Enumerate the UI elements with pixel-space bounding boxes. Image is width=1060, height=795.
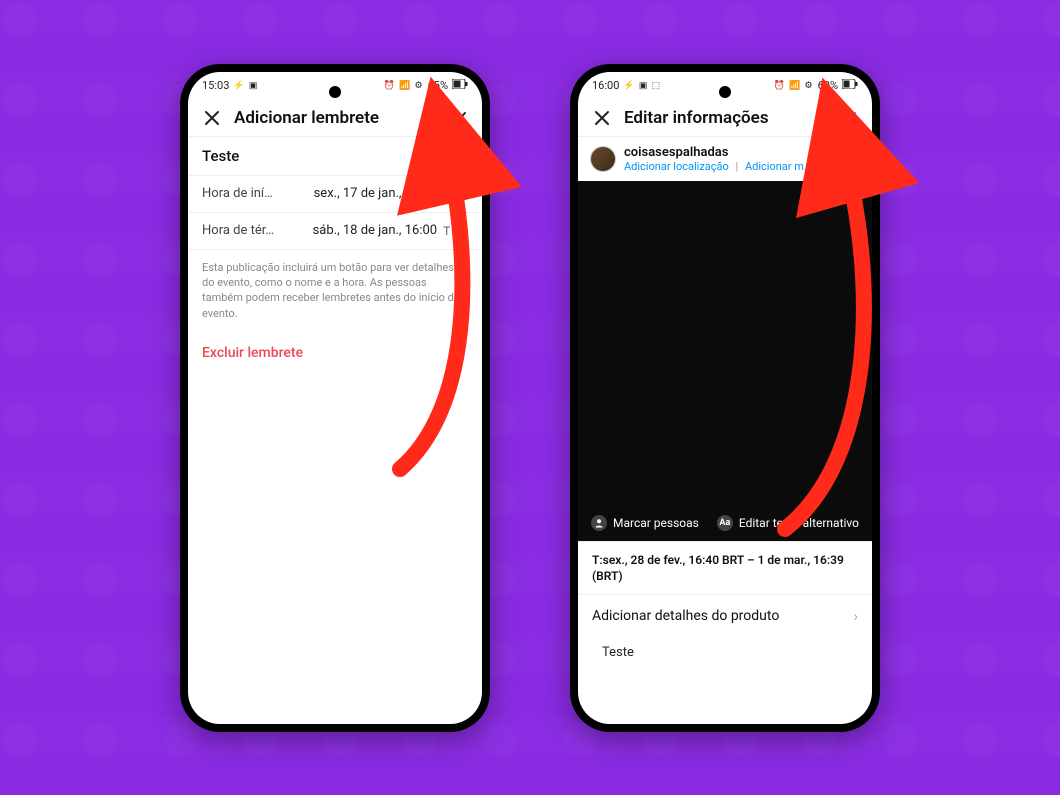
- tag-people-label: Marcar pessoas: [613, 516, 699, 530]
- close-button[interactable]: [200, 106, 224, 130]
- username: coisasespalhadas: [624, 145, 811, 160]
- start-time-label: Hora de iní…: [202, 186, 273, 201]
- add-more-link[interactable]: Adicionar m…: [745, 160, 811, 173]
- battery-icon: [452, 79, 468, 92]
- avatar: [590, 146, 616, 172]
- confirm-button[interactable]: [836, 106, 860, 130]
- phone-left-screen: 15:03 ⚡ ▣ ⏰ 📶 ⚙ 65% Adicionar lembrete: [188, 72, 482, 724]
- page-title: Editar informações: [624, 108, 826, 128]
- aa-icon: Aa: [717, 515, 733, 531]
- caption-value: Teste: [602, 645, 634, 660]
- alt-text-button[interactable]: Aa Editar texto alternativo: [717, 515, 859, 531]
- add-location-link[interactable]: Adicionar localização: [624, 160, 729, 173]
- separator: |: [736, 160, 739, 173]
- event-name-field[interactable]: Teste: [202, 147, 468, 165]
- phone-right-screen: 16:00 ⚡ ▣ ⬚ ⏰ 📶 ⚙ 60% Editar informações: [578, 72, 872, 724]
- datetime-card: T:sex., 28 de fev., 16:40 BRT – 1 de mar…: [578, 541, 872, 594]
- page-title: Adicionar lembrete: [234, 108, 436, 128]
- status-right-icons: ⏰ 📶 ⚙: [774, 81, 814, 91]
- person-icon: [591, 515, 607, 531]
- phone-left: 15:03 ⚡ ▣ ⏰ 📶 ⚙ 65% Adicionar lembrete: [180, 64, 490, 732]
- phone-camera-hole: [719, 86, 731, 98]
- product-details-row[interactable]: Adicionar detalhes do produto ›: [578, 594, 872, 637]
- battery-text: 60%: [818, 79, 838, 92]
- end-time-label: Hora de tér…: [202, 223, 274, 238]
- battery-text: 65%: [428, 79, 448, 92]
- end-time-row[interactable]: Hora de tér… sáb., 18 de jan., 16:00 T ✕: [188, 212, 482, 249]
- battery-icon: [842, 79, 858, 92]
- phone-camera-hole: [329, 86, 341, 98]
- status-left-icons: ⚡ ▣: [233, 81, 258, 91]
- end-time-value: sáb., 18 de jan., 16:00: [274, 223, 443, 238]
- content-left: Teste Hora de iní… sex., 17 de jan., 16:…: [188, 137, 482, 724]
- confirm-button[interactable]: [446, 106, 470, 130]
- chevron-right-icon: ›: [853, 607, 858, 625]
- phone-right: 16:00 ⚡ ▣ ⬚ ⏰ 📶 ⚙ 60% Editar informações: [570, 64, 880, 732]
- app-bar-left: Adicionar lembrete: [188, 100, 482, 137]
- start-time-value: sex., 17 de jan., 16:00: [273, 186, 443, 201]
- phones-container: 15:03 ⚡ ▣ ⏰ 📶 ⚙ 65% Adicionar lembrete: [0, 0, 1060, 795]
- tag-people-button[interactable]: Marcar pessoas: [591, 515, 699, 531]
- status-left-icons: ⚡ ▣ ⬚: [623, 81, 661, 91]
- post-image-preview[interactable]: Marcar pessoas Aa Editar texto alternati…: [578, 181, 872, 541]
- datetime-text: T:sex., 28 de fev., 16:40 BRT – 1 de mar…: [592, 552, 858, 584]
- start-time-row[interactable]: Hora de iní… sex., 17 de jan., 16:00 T ✕: [188, 175, 482, 212]
- start-time-zone: T: [443, 187, 450, 201]
- clear-start-icon[interactable]: ✕: [456, 186, 468, 202]
- status-right-icons: ⏰ 📶 ⚙: [384, 81, 424, 91]
- close-button[interactable]: [590, 106, 614, 130]
- profile-row: coisasespalhadas Adicionar localização |…: [578, 137, 872, 181]
- alt-text-label: Editar texto alternativo: [739, 516, 859, 530]
- clear-end-icon[interactable]: ✕: [456, 223, 468, 239]
- content-right: coisasespalhadas Adicionar localização |…: [578, 137, 872, 724]
- product-details-label: Adicionar detalhes do produto: [592, 608, 779, 624]
- delete-reminder-link[interactable]: Excluir lembrete: [188, 331, 482, 375]
- app-bar-right: Editar informações: [578, 100, 872, 137]
- status-time: 15:03: [202, 79, 229, 92]
- status-time: 16:00: [592, 79, 619, 92]
- end-time-zone: T: [443, 224, 450, 238]
- caption-row[interactable]: Teste: [578, 637, 872, 674]
- description-text: Esta publicação incluirá um botão para v…: [188, 249, 482, 332]
